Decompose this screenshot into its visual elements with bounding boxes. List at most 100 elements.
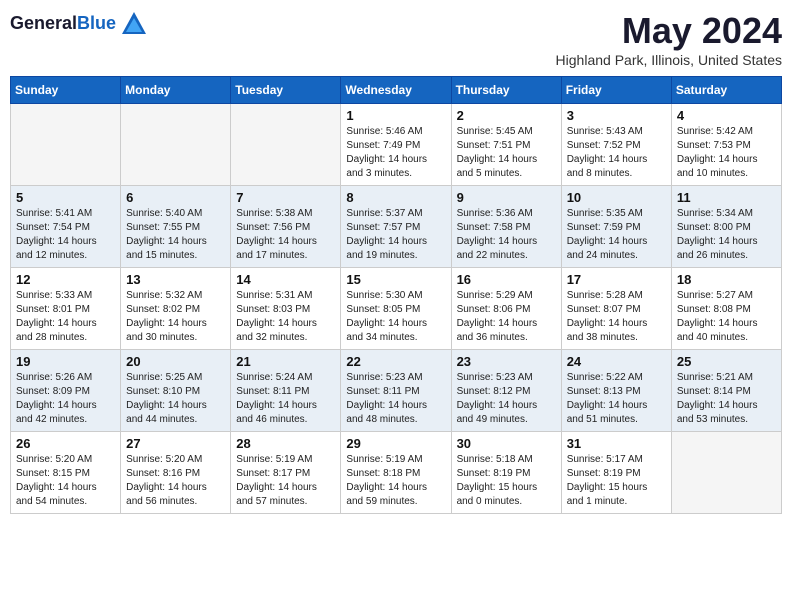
day-number: 11 [677, 190, 776, 205]
calendar-table: SundayMondayTuesdayWednesdayThursdayFrid… [10, 76, 782, 514]
day-number: 20 [126, 354, 225, 369]
day-header-friday: Friday [561, 77, 671, 104]
calendar-cell: 24 Sunrise: 5:22 AM Sunset: 8:13 PM Dayli… [561, 350, 671, 432]
day-info: Sunrise: 5:42 AM Sunset: 7:53 PM Dayligh… [677, 125, 776, 181]
day-info: Sunrise: 5:40 AM Sunset: 7:55 PM Dayligh… [126, 207, 225, 263]
week-row-2: 5Sunrise: 5:41 AM Sunset: 7:54 PM Daylig… [11, 186, 782, 268]
day-header-thursday: Thursday [451, 77, 561, 104]
calendar-cell: 27Sunrise: 5:20 AM Sunset: 8:16 PM Dayli… [121, 432, 231, 514]
calendar-cell: 5Sunrise: 5:41 AM Sunset: 7:54 PM Daylig… [11, 186, 121, 268]
day-info: Sunrise: 5:18 AM Sunset: 8:19 PM Dayligh… [457, 453, 556, 509]
day-info: Sunrise: 5:19 AM Sunset: 8:17 PM Dayligh… [236, 453, 335, 509]
day-number: 10 [567, 190, 666, 205]
day-number: 5 [16, 190, 115, 205]
calendar-cell: 9 Sunrise: 5:36 AM Sunset: 7:58 PM Daylig… [451, 186, 561, 268]
day-number: 28 [236, 436, 335, 451]
calendar-cell: 21Sunrise: 5:24 AM Sunset: 8:11 PM Dayli… [231, 350, 341, 432]
day-info: Sunrise: 5:43 AM Sunset: 7:52 PM Dayligh… [567, 125, 666, 181]
day-number: 30 [457, 436, 556, 451]
day-info: Sunrise: 5:33 AM Sunset: 8:01 PM Dayligh… [16, 289, 115, 345]
logo: GeneralBlue [10, 10, 148, 38]
day-info: Sunrise: 5:20 AM Sunset: 8:15 PM Dayligh… [16, 453, 115, 509]
day-number: 29 [346, 436, 445, 451]
calendar-cell: 14Sunrise: 5:31 AM Sunset: 8:03 PM Dayli… [231, 268, 341, 350]
calendar-cell: 1Sunrise: 5:46 AM Sunset: 7:49 PM Daylig… [341, 104, 451, 186]
calendar-cell: 11 Sunrise: 5:34 AM Sunset: 8:00 PM Dayli… [671, 186, 781, 268]
day-info: Sunrise: 5:45 AM Sunset: 7:51 PM Dayligh… [457, 125, 556, 181]
page-header: GeneralBlue May 2024 Highland Park, Illi… [10, 10, 782, 68]
day-info: Sunrise: 5:28 AM Sunset: 8:07 PM Dayligh… [567, 289, 666, 345]
day-info: Sunrise: 5:20 AM Sunset: 8:16 PM Dayligh… [126, 453, 225, 509]
calendar-cell: 19Sunrise: 5:26 AM Sunset: 8:09 PM Dayli… [11, 350, 121, 432]
day-number: 16 [457, 272, 556, 287]
day-number: 13 [126, 272, 225, 287]
calendar-cell: 23 Sunrise: 5:23 AM Sunset: 8:12 PM Dayli… [451, 350, 561, 432]
day-header-tuesday: Tuesday [231, 77, 341, 104]
day-number: 31 [567, 436, 666, 451]
day-info: Sunrise: 5:23 AM Sunset: 8:11 PM Dayligh… [346, 371, 445, 427]
calendar-cell: 7 Sunrise: 5:38 AM Sunset: 7:56 PM Daylig… [231, 186, 341, 268]
day-number: 15 [346, 272, 445, 287]
day-number: 26 [16, 436, 115, 451]
calendar-cell: 29 Sunrise: 5:19 AM Sunset: 8:18 PM Dayli… [341, 432, 451, 514]
day-number: 3 [567, 108, 666, 123]
day-number: 19 [16, 354, 115, 369]
calendar-cell [231, 104, 341, 186]
calendar-cell: 4Sunrise: 5:42 AM Sunset: 7:53 PM Daylig… [671, 104, 781, 186]
logo-icon [120, 10, 148, 38]
calendar-cell: 2 Sunrise: 5:45 AM Sunset: 7:51 PM Daylig… [451, 104, 561, 186]
calendar-cell: 10 Sunrise: 5:35 AM Sunset: 7:59 PM Dayli… [561, 186, 671, 268]
calendar-cell: 8 Sunrise: 5:37 AM Sunset: 7:57 PM Daylig… [341, 186, 451, 268]
title-area: May 2024 Highland Park, Illinois, United… [556, 10, 782, 68]
week-row-3: 12 Sunrise: 5:33 AM Sunset: 8:01 PM Dayli… [11, 268, 782, 350]
calendar-cell: 25 Sunrise: 5:21 AM Sunset: 8:14 PM Dayli… [671, 350, 781, 432]
day-number: 7 [236, 190, 335, 205]
calendar-cell: 26 Sunrise: 5:20 AM Sunset: 8:15 PM Dayli… [11, 432, 121, 514]
day-info: Sunrise: 5:46 AM Sunset: 7:49 PM Dayligh… [346, 125, 445, 181]
days-header-row: SundayMondayTuesdayWednesdayThursdayFrid… [11, 77, 782, 104]
day-info: Sunrise: 5:19 AM Sunset: 8:18 PM Dayligh… [346, 453, 445, 509]
day-number: 24 [567, 354, 666, 369]
calendar-cell: 28 Sunrise: 5:19 AM Sunset: 8:17 PM Dayli… [231, 432, 341, 514]
day-info: Sunrise: 5:34 AM Sunset: 8:00 PM Dayligh… [677, 207, 776, 263]
day-number: 2 [457, 108, 556, 123]
calendar-cell: 18Sunrise: 5:27 AM Sunset: 8:08 PM Dayli… [671, 268, 781, 350]
calendar-cell: 16 Sunrise: 5:29 AM Sunset: 8:06 PM Dayli… [451, 268, 561, 350]
calendar-cell: 12 Sunrise: 5:33 AM Sunset: 8:01 PM Dayli… [11, 268, 121, 350]
calendar-cell: 3 Sunrise: 5:43 AM Sunset: 7:52 PM Daylig… [561, 104, 671, 186]
week-row-4: 19Sunrise: 5:26 AM Sunset: 8:09 PM Dayli… [11, 350, 782, 432]
week-row-1: 1Sunrise: 5:46 AM Sunset: 7:49 PM Daylig… [11, 104, 782, 186]
calendar-cell: 13 Sunrise: 5:32 AM Sunset: 8:02 PM Dayli… [121, 268, 231, 350]
day-number: 18 [677, 272, 776, 287]
day-number: 12 [16, 272, 115, 287]
day-info: Sunrise: 5:37 AM Sunset: 7:57 PM Dayligh… [346, 207, 445, 263]
day-number: 9 [457, 190, 556, 205]
day-info: Sunrise: 5:21 AM Sunset: 8:14 PM Dayligh… [677, 371, 776, 427]
day-info: Sunrise: 5:17 AM Sunset: 8:19 PM Dayligh… [567, 453, 666, 509]
day-info: Sunrise: 5:24 AM Sunset: 8:11 PM Dayligh… [236, 371, 335, 427]
day-info: Sunrise: 5:38 AM Sunset: 7:56 PM Dayligh… [236, 207, 335, 263]
day-header-sunday: Sunday [11, 77, 121, 104]
day-info: Sunrise: 5:25 AM Sunset: 8:10 PM Dayligh… [126, 371, 225, 427]
calendar-cell [671, 432, 781, 514]
location: Highland Park, Illinois, United States [556, 52, 782, 68]
day-number: 22 [346, 354, 445, 369]
logo-text: GeneralBlue [10, 14, 116, 34]
calendar-cell: 30 Sunrise: 5:18 AM Sunset: 8:19 PM Dayli… [451, 432, 561, 514]
day-info: Sunrise: 5:23 AM Sunset: 8:12 PM Dayligh… [457, 371, 556, 427]
day-info: Sunrise: 5:35 AM Sunset: 7:59 PM Dayligh… [567, 207, 666, 263]
day-number: 23 [457, 354, 556, 369]
day-info: Sunrise: 5:31 AM Sunset: 8:03 PM Dayligh… [236, 289, 335, 345]
calendar-cell: 15 Sunrise: 5:30 AM Sunset: 8:05 PM Dayli… [341, 268, 451, 350]
day-info: Sunrise: 5:32 AM Sunset: 8:02 PM Dayligh… [126, 289, 225, 345]
day-info: Sunrise: 5:29 AM Sunset: 8:06 PM Dayligh… [457, 289, 556, 345]
day-number: 8 [346, 190, 445, 205]
day-info: Sunrise: 5:36 AM Sunset: 7:58 PM Dayligh… [457, 207, 556, 263]
month-title: May 2024 [556, 10, 782, 52]
day-number: 6 [126, 190, 225, 205]
calendar-cell [11, 104, 121, 186]
day-info: Sunrise: 5:30 AM Sunset: 8:05 PM Dayligh… [346, 289, 445, 345]
logo-general: GeneralBlue [10, 14, 116, 34]
day-info: Sunrise: 5:22 AM Sunset: 8:13 PM Dayligh… [567, 371, 666, 427]
day-number: 25 [677, 354, 776, 369]
